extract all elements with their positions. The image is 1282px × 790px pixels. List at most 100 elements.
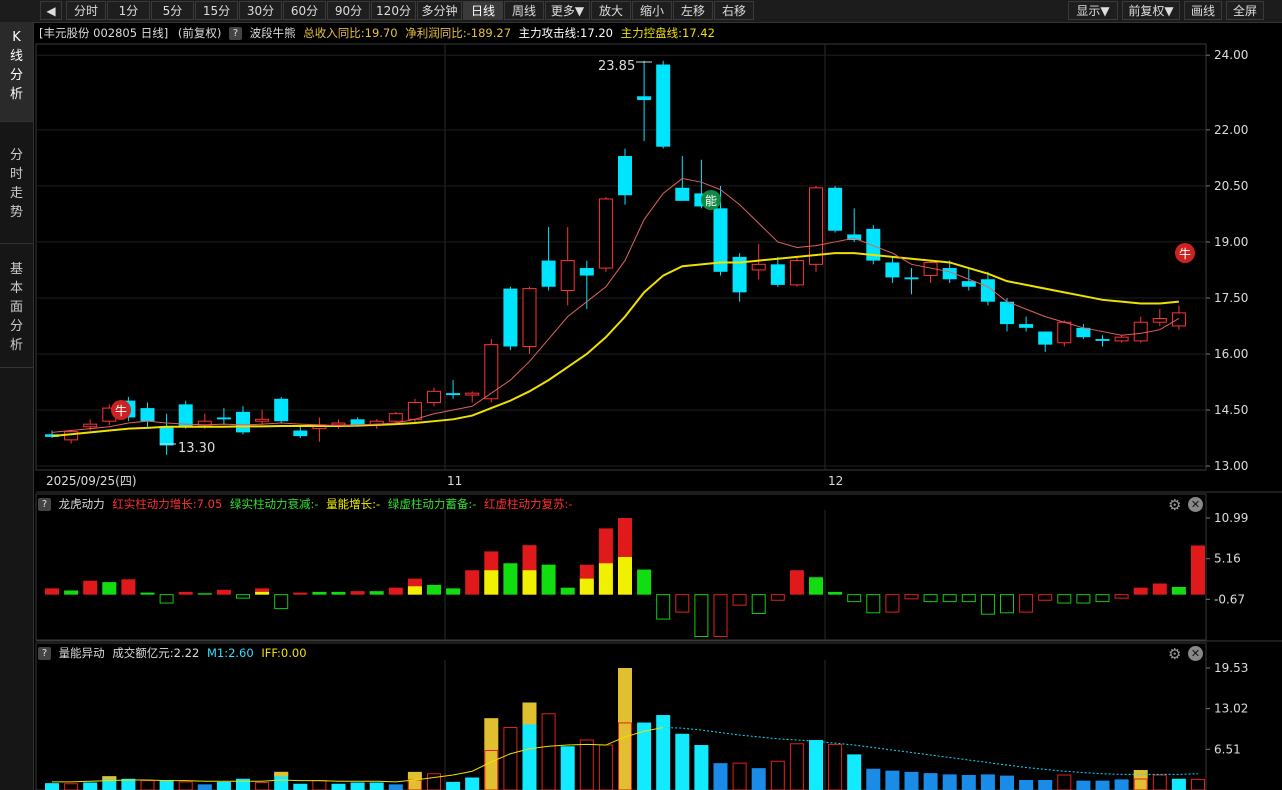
p2-bar <box>1114 594 1129 599</box>
candle-body <box>961 281 976 287</box>
tab-9[interactable]: 日线 <box>463 1 503 20</box>
p2-bar <box>980 594 995 615</box>
signal-badge-label: 能 <box>705 194 717 208</box>
rail-tab-intraday[interactable]: 分时走势 <box>0 122 33 244</box>
p3-bar <box>484 718 499 790</box>
p3-bar <box>522 702 537 790</box>
p2-bar <box>121 579 136 595</box>
p3-bar <box>312 780 327 790</box>
help-icon[interactable]: ? <box>228 27 242 40</box>
candle-body <box>312 424 327 430</box>
date-label: 11 <box>447 474 462 488</box>
panel3-item: IFF:0.00 <box>261 646 307 660</box>
candle-body <box>732 256 747 293</box>
candle-body <box>446 393 461 396</box>
candle-body <box>369 420 384 426</box>
p2-bar <box>866 594 881 614</box>
tab-10[interactable]: 周线 <box>504 1 544 20</box>
ma-yellow-line <box>51 252 1179 438</box>
p3-bar-frame <box>618 722 632 790</box>
candle-body <box>1152 317 1167 323</box>
p2-bar <box>503 563 518 595</box>
back-button[interactable]: ◀ <box>40 1 62 20</box>
help-icon[interactable]: ? <box>38 647 51 660</box>
p3-bar-top <box>522 702 537 725</box>
right-tool-1[interactable]: 前复权▼ <box>1122 1 1180 20</box>
panel3-close-icon[interactable]: ✕ <box>1188 646 1203 661</box>
tab-2[interactable]: 5分 <box>151 1 194 20</box>
tab-5[interactable]: 60分 <box>283 1 326 20</box>
p2-bar <box>236 594 250 599</box>
candle-body <box>904 277 919 280</box>
tab-4[interactable]: 30分 <box>239 1 282 20</box>
candle-body <box>522 288 537 347</box>
tab-3[interactable]: 15分 <box>195 1 238 20</box>
p3-bar <box>637 722 652 790</box>
rail-tab-kline[interactable]: K线分析 <box>0 22 33 122</box>
main-info-bar: [丰元股份 002805 日线] (前复权) ? 波段牛熊 总收入同比:19.7… <box>34 23 715 44</box>
date-label: 2025/09/25(四) <box>46 474 137 488</box>
candle-body <box>503 288 518 347</box>
panel2-info-bar: ? 龙虎动力 红实柱动力增长:7.05 绿实柱动力衰减:- 量能增长:- 绿虚柱… <box>34 494 573 515</box>
indicator-name: 波段牛熊 <box>249 26 296 40</box>
top-toolbar: ◀ 分时 1分 5分 15分 30分 60分 90分 120分 多分钟 日线 周线 更多▼ 放大 缩小 左移… <box>0 0 1282 23</box>
p2-bar <box>1038 594 1053 601</box>
tab-12[interactable]: 放大 <box>591 1 631 20</box>
p2-bar <box>828 591 843 595</box>
right-tool-3[interactable]: 全屏 <box>1226 1 1264 20</box>
p2-bar <box>331 591 346 595</box>
p3-bar <box>159 780 174 790</box>
candle-body <box>484 344 499 400</box>
candle-body <box>980 279 995 302</box>
p2-bar <box>427 584 441 595</box>
p3-bar <box>216 781 231 790</box>
m1-line-dashed <box>663 727 1199 775</box>
panel3-gear-icon[interactable]: ⚙ <box>1168 645 1181 663</box>
p3-bar <box>121 778 136 790</box>
charts-canvas: 24.00 22.00 20.50 19.00 17.50 16.00 14.50 13.00… <box>35 43 1282 790</box>
p2-bar <box>465 570 480 595</box>
p3-bar <box>694 745 709 790</box>
p3-bar <box>560 746 575 790</box>
p2-bar <box>675 594 690 613</box>
tab-6[interactable]: 90分 <box>327 1 370 20</box>
candle-body <box>331 422 346 426</box>
tab-8[interactable]: 多分钟 <box>417 1 462 20</box>
right-tool-2[interactable]: 画线 <box>1184 1 1222 20</box>
p3-bar <box>1133 770 1148 790</box>
panel-frame <box>35 43 1207 471</box>
price-tick-label: 13.00 <box>1214 459 1248 473</box>
p2-bar <box>159 594 174 604</box>
candle-body <box>694 193 709 207</box>
candle-body <box>1038 331 1053 345</box>
tab-13[interactable]: 缩小 <box>632 1 672 20</box>
right-tool-0[interactable]: 显示▼ <box>1068 1 1118 20</box>
rail-tab-label: K线分析 <box>9 30 23 102</box>
help-icon[interactable]: ? <box>38 498 51 511</box>
tab-7[interactable]: 120分 <box>371 1 416 20</box>
candle-body <box>1019 324 1034 328</box>
p3-bar <box>446 781 461 790</box>
p3-bar <box>1057 774 1072 790</box>
candle-body <box>465 392 480 396</box>
low-price-label: 13.30 <box>178 441 215 456</box>
tab-0[interactable]: 分时 <box>66 1 106 20</box>
panel2-close-icon[interactable]: ✕ <box>1188 497 1203 512</box>
candle-body <box>637 96 652 101</box>
tab-14[interactable]: 左移 <box>673 1 713 20</box>
rail-tab-label: 基本面分析 <box>9 262 23 353</box>
tab-11[interactable]: 更多▼ <box>545 1 590 20</box>
tab-15[interactable]: 右移 <box>714 1 754 20</box>
p3-tick-label: 13.02 <box>1214 702 1248 716</box>
p3-bar-top <box>102 776 117 780</box>
p2-bar <box>961 594 976 603</box>
p2-bar <box>732 594 747 606</box>
p3-bar <box>618 668 632 790</box>
tab-1[interactable]: 1分 <box>107 1 150 20</box>
p2-bar <box>885 594 900 613</box>
p2-bar <box>369 591 384 595</box>
signal-badge <box>701 190 721 210</box>
panel2-gear-icon[interactable]: ⚙ <box>1168 496 1181 514</box>
p3-bar <box>64 783 79 790</box>
rail-tab-fundamental[interactable]: 基本面分析 <box>0 244 33 368</box>
